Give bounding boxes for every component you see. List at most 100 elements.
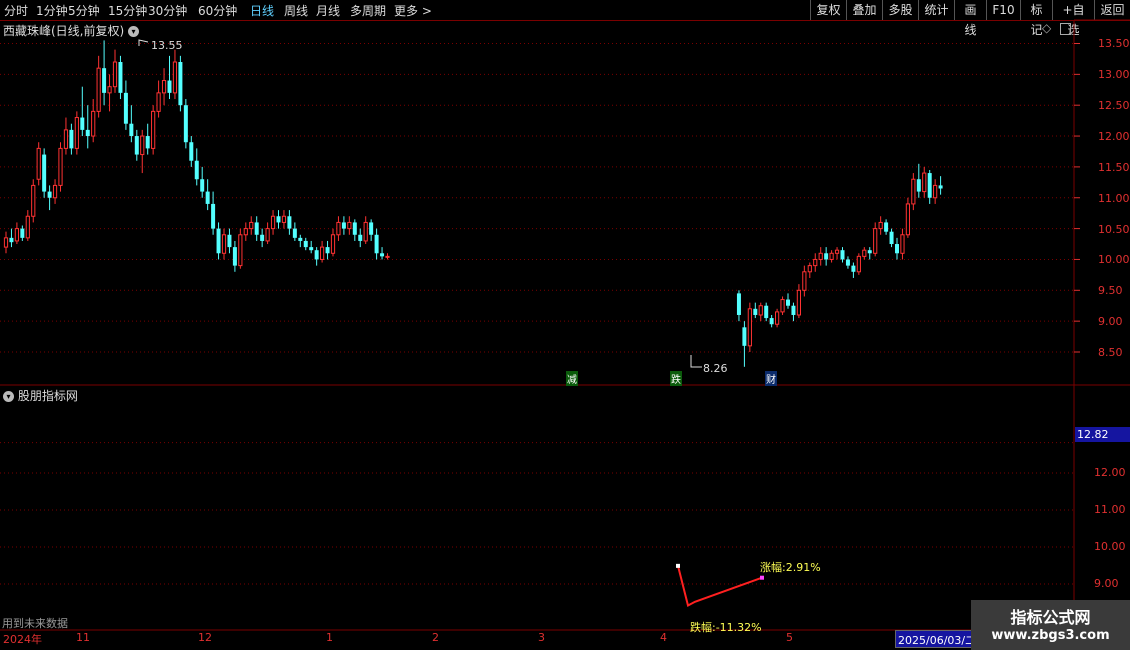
candle-body: [145, 136, 150, 149]
date-tick: 5: [786, 631, 793, 644]
candle-body: [791, 305, 796, 315]
candle-body: [769, 318, 774, 325]
candle-body: [347, 221, 352, 230]
candle-body: [69, 129, 74, 149]
candle-body: [221, 234, 227, 254]
chevron-down-icon[interactable]: ▾: [128, 26, 140, 37]
candle-body: [118, 62, 123, 93]
candle-body: [232, 247, 237, 266]
y-tick: 13.00: [1098, 68, 1130, 81]
y-tick: 13.50: [1098, 37, 1130, 50]
kline-chart[interactable]: [0, 0, 1130, 650]
candle-body: [851, 265, 856, 272]
candle-body: [151, 110, 156, 149]
candle-body: [358, 234, 363, 241]
y-tick: 10.00: [1098, 253, 1130, 266]
candle-body: [134, 136, 139, 155]
watermark-url: www.zbgs3.com: [991, 628, 1110, 643]
candle-body: [320, 246, 325, 260]
y-tick: 10.50: [1098, 223, 1130, 236]
end-marker: [760, 575, 764, 580]
indicator-line: [677, 565, 763, 607]
candle-body: [211, 203, 216, 229]
candle-body: [314, 250, 319, 260]
candle-body: [140, 135, 145, 156]
candle-body: [227, 234, 232, 248]
candle-body: [753, 308, 758, 315]
candle-body: [796, 289, 801, 316]
candle-body: [775, 311, 780, 325]
candle-body: [178, 62, 183, 106]
candle-body: [856, 255, 861, 273]
candle-body: [270, 215, 276, 230]
candle-body: [200, 179, 205, 192]
candle-body: [813, 258, 818, 267]
watermark-title: 指标公式网: [1010, 608, 1091, 627]
y-tick: 8.50: [1098, 346, 1123, 359]
candle-body: [933, 184, 938, 199]
candle-body: [238, 234, 243, 267]
candle-body: [20, 228, 25, 238]
candle-body: [129, 123, 134, 137]
date-tick: 2: [432, 631, 439, 644]
fall-label: 跌幅:-11.32%: [690, 621, 762, 634]
current-value-box: 12.82: [1075, 427, 1130, 442]
candle-body: [281, 215, 287, 223]
candle-body: [298, 237, 303, 241]
candle-body: [85, 129, 90, 137]
candle-body: [374, 234, 379, 254]
candle-body: [330, 234, 336, 254]
candle-body: [802, 271, 807, 291]
panel-layout-icon[interactable]: [1060, 23, 1071, 35]
signal-reduce: 减: [566, 371, 578, 386]
candle-body: [834, 249, 840, 254]
diamond-icon[interactable]: ◇: [1042, 21, 1051, 35]
y-tick: 11.00: [1098, 192, 1130, 205]
candle-body: [862, 249, 867, 257]
candle-body: [112, 61, 118, 88]
candle-body: [183, 105, 188, 143]
candle-body: [260, 234, 265, 241]
date-tick: 11: [76, 631, 90, 644]
candle-body: [900, 234, 905, 254]
candle-body: [63, 129, 69, 149]
y-tick: 9.00: [1094, 577, 1119, 590]
candle-body: [96, 67, 101, 112]
watermark-logo: 指标公式网 www.zbgs3.com: [971, 600, 1130, 650]
cursor-date: 2025/06/03/二: [898, 634, 977, 647]
candle-body: [52, 184, 58, 199]
candle-body: [107, 86, 112, 94]
chevron-down-icon[interactable]: ▾: [3, 391, 14, 402]
candle-body: [31, 184, 36, 217]
candle-body: [58, 147, 63, 186]
candle-body: [265, 228, 270, 242]
candle-body: [369, 222, 374, 235]
candle-body: [42, 154, 47, 192]
candle-body: [287, 216, 292, 229]
candle-body: [167, 80, 172, 93]
date-tick: 12: [198, 631, 212, 644]
main-panel-title: 西藏珠峰(日线,前复权) ▾: [3, 22, 140, 39]
candle-body: [352, 222, 357, 235]
stock-title: 西藏珠峰(日线,前复权): [3, 24, 125, 38]
candle-body: [249, 221, 254, 230]
future-data-note: 用到未来数据: [2, 617, 68, 630]
y-tick: 12.50: [1098, 99, 1130, 112]
y-tick: 11.00: [1094, 503, 1126, 516]
candle-body: [905, 203, 910, 236]
candle-body: [14, 228, 20, 242]
candle-body: [380, 253, 385, 257]
candle-body: [758, 305, 763, 316]
candle-body: [824, 253, 829, 260]
candle-body: [884, 222, 889, 232]
candle-body: [341, 222, 346, 229]
candle-body: [102, 68, 107, 93]
candle-body: [889, 231, 894, 245]
y-tick: 11.50: [1098, 161, 1130, 174]
low-pointer: [690, 355, 702, 368]
y-tick: 12.00: [1098, 130, 1130, 143]
candle-body: [878, 221, 883, 230]
candle-body: [276, 216, 281, 223]
date-tick: 1: [326, 631, 333, 644]
candle-body: [829, 252, 834, 260]
